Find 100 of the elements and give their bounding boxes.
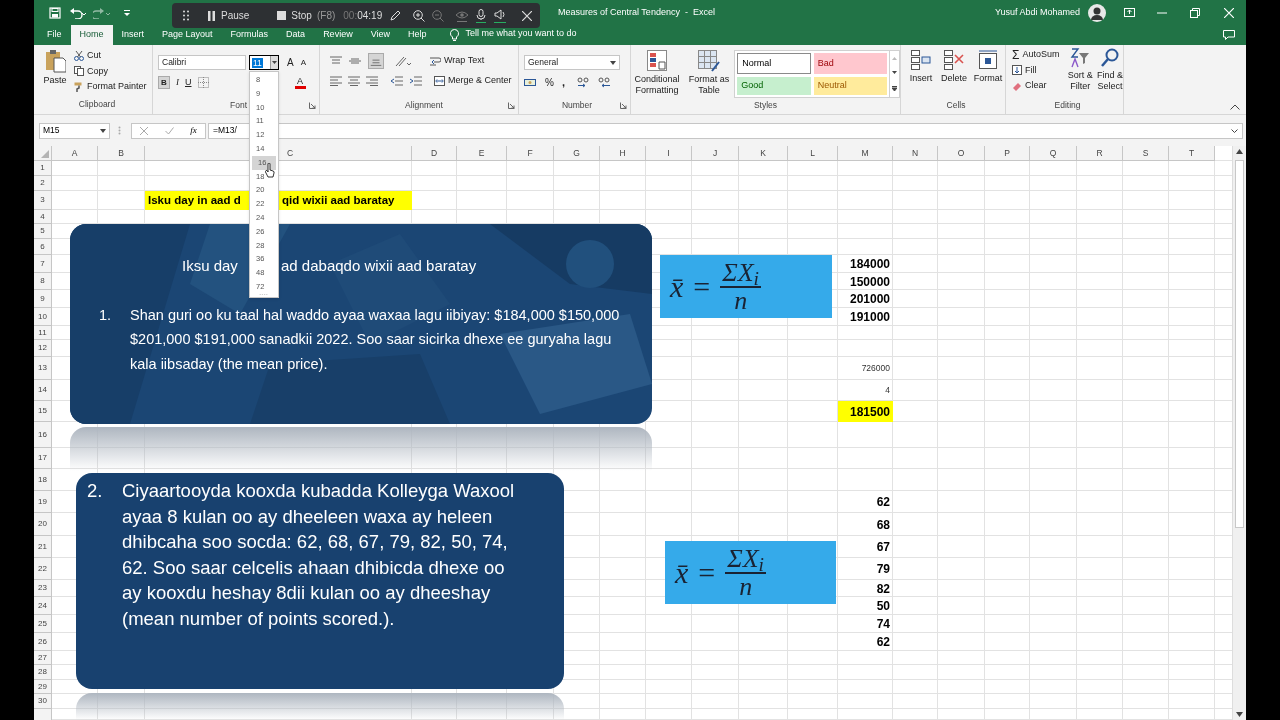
cell-style-option[interactable]: Good — [737, 76, 811, 95]
format-painter-button[interactable]: Format Painter — [74, 80, 147, 94]
speaker-icon[interactable] — [494, 8, 507, 23]
bottom-align-icon[interactable] — [368, 53, 384, 69]
column-header[interactable]: G — [554, 146, 600, 161]
row-header[interactable]: 19 — [34, 491, 52, 513]
ribbon-tab[interactable]: Formulas — [221, 25, 278, 45]
row-header[interactable]: 8 — [34, 273, 52, 290]
decrease-indent-icon[interactable] — [390, 75, 403, 86]
wrap-text-button[interactable]: Wrap Text — [430, 54, 485, 68]
row-header[interactable]: 13 — [34, 357, 52, 380]
merge-center-button[interactable]: Merge & Center — [434, 74, 512, 88]
column-header[interactable]: L — [788, 146, 838, 161]
restore-icon[interactable] — [1190, 7, 1200, 18]
save-icon[interactable] — [49, 6, 61, 19]
scroll-down-icon[interactable] — [892, 71, 898, 75]
column-header[interactable]: P — [985, 146, 1030, 161]
row-header[interactable]: 9 — [34, 290, 52, 308]
microphone-icon[interactable] — [476, 8, 487, 23]
spreadsheet-cell[interactable]: 79 — [838, 558, 893, 580]
cell-style-option[interactable]: Normal — [737, 53, 811, 74]
zoom-out-icon[interactable] — [432, 9, 445, 22]
autosum-button[interactable]: Σ AutoSum — [1012, 48, 1066, 62]
ribbon-tab[interactable]: Data — [277, 25, 315, 45]
column-header[interactable]: T — [1169, 146, 1215, 161]
stop-button[interactable]: Stop (F8) — [277, 8, 336, 23]
row-header[interactable]: 6 — [34, 239, 52, 255]
row-header[interactable]: 7 — [34, 255, 52, 273]
column-header[interactable]: E — [457, 146, 507, 161]
spreadsheet-cell[interactable]: 68 — [838, 513, 893, 536]
row-header[interactable]: 22 — [34, 558, 52, 580]
pencil-icon[interactable] — [390, 10, 402, 21]
cell-style-option[interactable]: Bad — [813, 53, 888, 74]
close-icon[interactable] — [522, 10, 533, 21]
fill-button[interactable]: Fill — [1012, 63, 1066, 77]
customize-toolbar-icon[interactable] — [123, 8, 131, 17]
increase-indent-icon[interactable] — [409, 75, 422, 86]
eye-icon[interactable] — [455, 9, 470, 22]
spreadsheet-cell[interactable]: 150000 — [838, 273, 893, 290]
ribbon-tab[interactable]: Insert — [112, 25, 154, 45]
bold-button[interactable]: B — [158, 76, 170, 90]
scrollbar-thumb[interactable] — [1235, 160, 1244, 528]
ribbon-tab[interactable]: Home — [70, 25, 113, 45]
row-header[interactable]: 4 — [34, 210, 52, 224]
column-header[interactable]: Q — [1030, 146, 1077, 161]
ribbon-tab[interactable]: View — [361, 25, 399, 45]
row-header[interactable]: 21 — [34, 536, 52, 558]
currency-icon[interactable] — [524, 77, 537, 88]
font-color-button[interactable]: A — [294, 76, 306, 89]
column-header[interactable]: M — [838, 146, 893, 161]
paste-button[interactable]: Paste — [42, 49, 68, 98]
dialog-launcher-icon[interactable] — [309, 102, 316, 110]
row-header[interactable]: 11 — [34, 326, 52, 340]
spreadsheet-cell[interactable]: 62 — [838, 633, 893, 651]
row-header[interactable]: 15 — [34, 401, 52, 422]
spreadsheet-cell[interactable]: 184000 — [838, 255, 893, 273]
dialog-launcher-icon[interactable] — [620, 102, 627, 110]
format-as-table-button[interactable]: Format as Table — [686, 50, 732, 100]
sort-filter-button[interactable]: Sort & Filter — [1065, 48, 1095, 93]
row-header[interactable]: 1 — [34, 161, 52, 176]
column-header[interactable]: N — [893, 146, 938, 161]
find-select-button[interactable]: Find & Select — [1096, 48, 1123, 93]
column-header[interactable]: S — [1123, 146, 1169, 161]
collapse-ribbon-icon[interactable] — [1230, 104, 1240, 110]
row-header[interactable]: 20 — [34, 513, 52, 536]
comma-style-button[interactable]: , — [561, 77, 565, 88]
zoom-in-icon[interactable] — [413, 9, 426, 22]
column-header[interactable]: O — [938, 146, 985, 161]
increase-decimal-icon[interactable] — [576, 77, 590, 88]
row-header[interactable]: 27 — [34, 651, 52, 665]
column-header[interactable]: I — [646, 146, 692, 161]
drag-handle-icon[interactable] — [183, 10, 189, 21]
orientation-icon[interactable] — [395, 55, 413, 67]
spreadsheet-cell[interactable]: 50 — [838, 597, 893, 615]
clear-button[interactable]: Clear — [1012, 79, 1066, 93]
dialog-launcher-icon[interactable] — [508, 102, 515, 110]
decrease-decimal-icon[interactable] — [597, 77, 611, 88]
comments-icon[interactable] — [1223, 30, 1235, 40]
column-header[interactable]: D — [412, 146, 457, 161]
copy-button[interactable]: Copy — [74, 64, 147, 78]
more-icon[interactable] — [892, 86, 898, 92]
column-header[interactable]: R — [1077, 146, 1123, 161]
row-header[interactable]: 23 — [34, 580, 52, 597]
scroll-down-icon[interactable] — [1236, 712, 1243, 717]
undo-icon[interactable] — [69, 6, 87, 19]
row-header[interactable]: 14 — [34, 380, 52, 401]
column-header[interactable]: B — [98, 146, 145, 161]
row-header[interactable]: 25 — [34, 615, 52, 633]
column-header[interactable]: A — [52, 146, 98, 161]
insert-function-button[interactable]: fx — [190, 123, 197, 138]
spreadsheet-cell[interactable]: 74 — [838, 615, 893, 633]
column-header[interactable]: J — [692, 146, 739, 161]
column-header[interactable]: K — [739, 146, 788, 161]
avatar-icon[interactable] — [1088, 3, 1106, 22]
row-header[interactable]: 2 — [34, 176, 52, 191]
row-header[interactable]: 26 — [34, 633, 52, 651]
row-header[interactable]: 30 — [34, 694, 52, 709]
row-header[interactable]: 24 — [34, 597, 52, 615]
spreadsheet-cell[interactable]: 181500 — [838, 401, 893, 422]
row-header[interactable]: 5 — [34, 224, 52, 239]
